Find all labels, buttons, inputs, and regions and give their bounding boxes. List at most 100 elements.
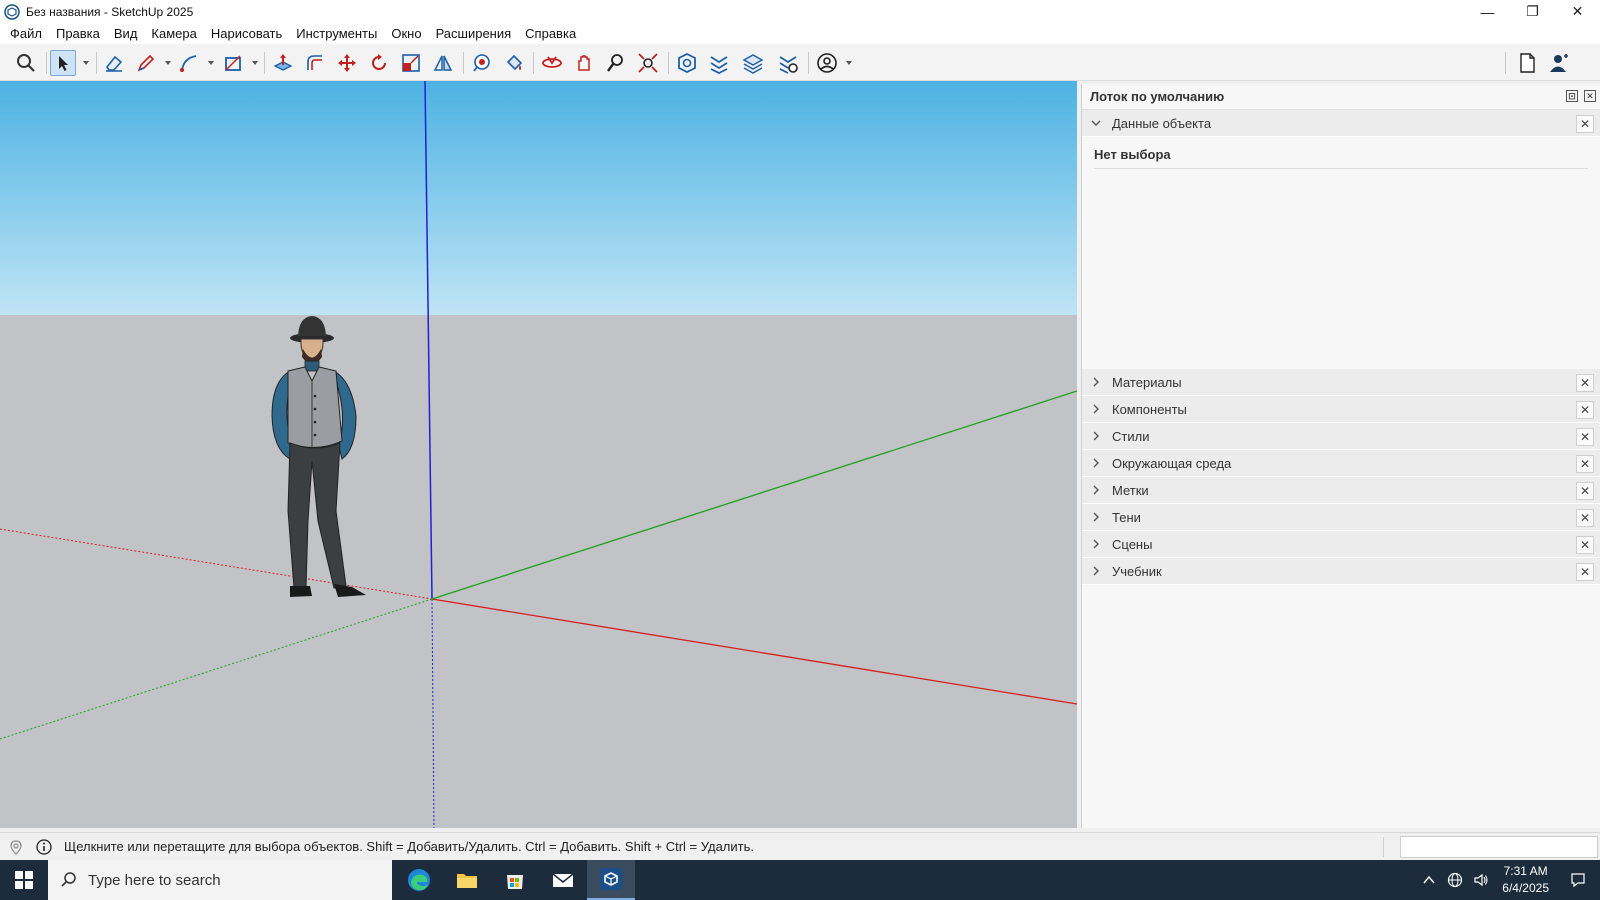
paint-bucket-icon[interactable] [501,50,527,76]
edge-icon[interactable] [395,860,443,900]
close-panel-button[interactable]: ✕ [1576,509,1594,527]
user-icon[interactable] [1546,50,1572,76]
panel-styles[interactable]: Стили ✕ [1082,423,1600,450]
panel-components[interactable]: Компоненты ✕ [1082,396,1600,423]
chevron-down-icon[interactable] [207,59,215,67]
panel-label: Материалы [1112,374,1182,390]
account-icon[interactable] [814,50,840,76]
pan-icon[interactable] [571,50,597,76]
y-axis-negative [0,598,433,740]
close-panel-button[interactable]: ✕ [1576,536,1594,554]
file-explorer-icon[interactable] [443,860,491,900]
notifications-icon[interactable] [1570,872,1586,888]
close-icon[interactable]: ✕ [1584,90,1596,102]
menu-bar: Файл Правка Вид Камера Нарисовать Инстру… [0,23,1600,44]
pencil-icon[interactable] [133,50,159,76]
start-button[interactable] [0,860,48,900]
close-panel-button[interactable]: ✕ [1576,115,1594,133]
menu-camera[interactable]: Камера [144,26,203,41]
minimize-button[interactable]: — [1465,0,1510,23]
close-panel-button[interactable]: ✕ [1576,428,1594,446]
chevron-up-icon[interactable] [1421,872,1437,888]
search-placeholder: Type here to search [88,871,221,889]
close-panel-button[interactable]: ✕ [1576,482,1594,500]
panel-materials[interactable]: Материалы ✕ [1082,369,1600,396]
menu-help[interactable]: Справка [518,26,583,41]
menu-draw[interactable]: Нарисовать [204,26,289,41]
search-icon[interactable] [13,50,39,76]
clock-time: 7:31 AM [1503,864,1548,878]
close-panel-button[interactable]: ✕ [1576,374,1594,392]
orbit-icon[interactable] [539,50,565,76]
menu-tools[interactable]: Инструменты [289,26,384,41]
model-axes [0,81,1077,828]
close-panel-button[interactable]: ✕ [1576,455,1594,473]
extension-manager-icon[interactable] [775,50,801,76]
scale-figure [271,316,366,597]
panel-label: Данные объекта [1112,115,1212,131]
chevron-down-icon[interactable] [82,59,90,67]
layers-icon[interactable] [740,50,766,76]
chevron-down-icon[interactable] [164,59,172,67]
menu-view[interactable]: Вид [107,26,145,41]
geo-location-icon[interactable] [8,839,24,855]
panel-label: Стили [1112,428,1150,444]
flip-icon[interactable] [430,50,456,76]
menu-file[interactable]: Файл [3,26,49,41]
eraser-icon[interactable] [101,50,127,76]
chevron-down-icon[interactable] [845,59,853,67]
push-pull-icon[interactable] [270,50,296,76]
clock[interactable]: 7:31 AM 6/4/2025 [1502,863,1549,897]
taskbar: Type here to search 7:31 AM 6/4/2025 [0,860,1600,900]
menu-window[interactable]: Окно [384,26,428,41]
sketchup-taskbar-icon[interactable] [587,860,635,900]
panel-scenes[interactable]: Сцены ✕ [1082,531,1600,558]
info-icon[interactable] [36,838,52,855]
close-button[interactable]: ✕ [1555,0,1600,23]
system-tray: 7:31 AM 6/4/2025 [1416,860,1600,900]
rotate-icon[interactable] [366,50,392,76]
rectangle-icon[interactable] [220,50,246,76]
tray-header: Лоток по умолчанию ⊡ ✕ [1082,84,1600,110]
tape-measure-icon[interactable] [469,50,495,76]
offset-icon[interactable] [302,50,328,76]
arc-icon[interactable] [176,50,202,76]
select-icon[interactable] [50,50,76,76]
store-icon[interactable] [491,860,539,900]
warehouse-icon[interactable] [674,50,700,76]
zoom-icon[interactable] [603,50,629,76]
main-toolbar [0,44,1600,81]
restore-button[interactable]: ❐ [1510,0,1555,23]
close-panel-button[interactable]: ✕ [1576,563,1594,581]
panel-instructor[interactable]: Учебник ✕ [1082,558,1600,585]
close-panel-button[interactable]: ✕ [1576,401,1594,419]
chevron-down-icon[interactable] [251,59,259,67]
pin-icon[interactable]: ⊡ [1566,90,1578,102]
chevron-right-icon [1093,485,1099,495]
y-axis [431,390,1077,600]
panel-shadows[interactable]: Тени ✕ [1082,504,1600,531]
volume-icon[interactable] [1473,872,1489,888]
window-title: Без названия - SketchUp 2025 [26,4,194,19]
network-icon[interactable] [1447,872,1463,888]
panel-entity-info[interactable]: Данные объекта ✕ [1082,110,1600,137]
search-icon [61,872,76,887]
x-axis [431,598,1077,705]
measurements-box[interactable] [1400,836,1598,858]
chevron-right-icon [1093,377,1099,387]
extension-warehouse-icon[interactable] [706,50,732,76]
menu-extensions[interactable]: Расширения [429,26,519,41]
model-viewport[interactable] [0,81,1077,828]
chevron-right-icon [1093,539,1099,549]
menu-edit[interactable]: Правка [49,26,107,41]
panel-tags[interactable]: Метки ✕ [1082,477,1600,504]
scale-icon[interactable] [398,50,424,76]
move-icon[interactable] [334,50,360,76]
new-document-icon[interactable] [1514,50,1540,76]
taskbar-search[interactable]: Type here to search [48,860,392,900]
mail-icon[interactable] [539,860,587,900]
panel-label: Учебник [1112,563,1162,579]
panel-environment[interactable]: Окружающая среда ✕ [1082,450,1600,477]
entity-info-body: Нет выбора [1082,137,1600,369]
zoom-extents-icon[interactable] [635,50,661,76]
